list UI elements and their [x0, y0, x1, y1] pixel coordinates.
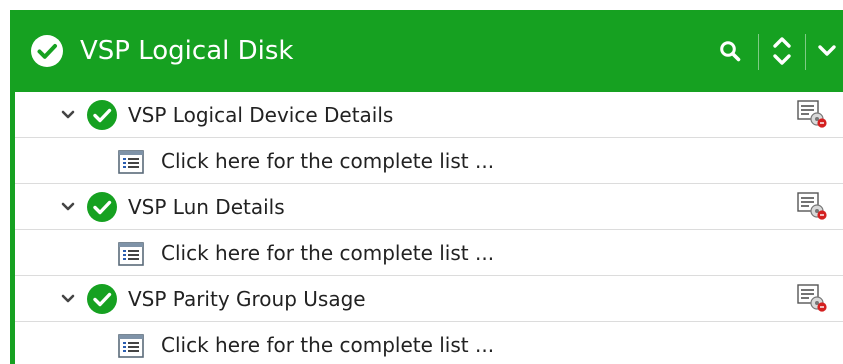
chevron-down-icon[interactable]	[59, 290, 77, 308]
list-item: Click here for the complete list ...	[15, 138, 843, 184]
widget-title: VSP Logical Disk	[80, 36, 294, 66]
expand-collapse-button[interactable]	[762, 10, 802, 92]
report-settings-icon[interactable]	[796, 283, 828, 313]
list-icon	[118, 150, 144, 174]
complete-list-link[interactable]: Click here for the complete list ...	[161, 230, 494, 276]
widget-menu-button[interactable]	[809, 10, 843, 92]
complete-list-link[interactable]: Click here for the complete list ...	[161, 322, 494, 364]
header-separator	[758, 34, 759, 70]
list-item: Click here for the complete list ...	[15, 230, 843, 276]
list-icon	[118, 334, 144, 358]
group-title: VSP Parity Group Usage	[128, 287, 366, 311]
report-settings-icon[interactable]	[796, 99, 828, 129]
chevron-down-icon[interactable]	[59, 198, 77, 216]
report-settings-icon[interactable]	[796, 191, 828, 221]
check-circle-icon	[87, 284, 117, 314]
search-icon	[720, 41, 741, 62]
widget-header: VSP Logical Disk	[15, 10, 843, 92]
group-title: VSP Logical Device Details	[128, 103, 394, 127]
search-button[interactable]	[710, 10, 750, 92]
complete-list-link[interactable]: Click here for the complete list ...	[161, 138, 494, 184]
list-item: Click here for the complete list ...	[15, 322, 843, 364]
list-icon	[118, 242, 144, 266]
expand-collapse-icon	[773, 37, 791, 65]
header-separator	[805, 34, 806, 70]
group-row: VSP Logical Device Details	[15, 92, 843, 138]
chevron-down-icon	[818, 45, 836, 56]
group-row: VSP Parity Group Usage	[15, 276, 843, 322]
check-circle-icon	[87, 192, 117, 222]
group-title: VSP Lun Details	[128, 195, 285, 219]
check-circle-icon	[31, 35, 63, 67]
widget-body: VSP Logical Device Details Click here fo…	[15, 92, 843, 364]
widget-panel: VSP Logical Disk VSP Logical Device Deta…	[10, 10, 843, 364]
group-row: VSP Lun Details	[15, 184, 843, 230]
check-circle-icon	[87, 100, 117, 130]
chevron-down-icon[interactable]	[59, 106, 77, 124]
